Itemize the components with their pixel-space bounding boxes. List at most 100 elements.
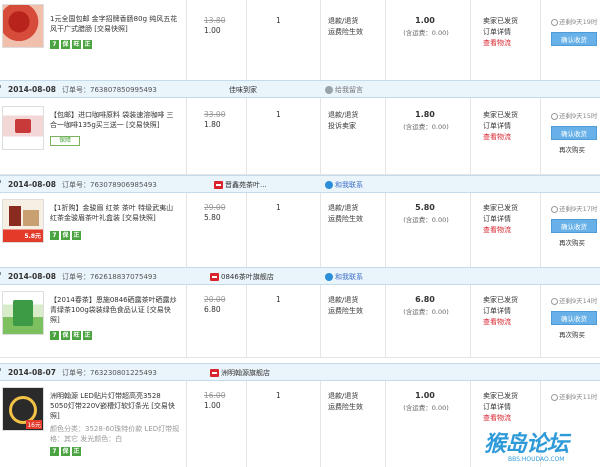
original-price: 29.00 [204,203,226,212]
shop-name-link[interactable]: 晋鑫苑茶叶... [214,180,267,190]
seven-day-badge-icon[interactable]: 7 [50,447,59,456]
refund-link[interactable]: 退款/退货 [328,203,363,214]
seven-day-badge-icon[interactable]: 7 [50,331,59,340]
insurance-status: 运费险生效 [328,215,363,223]
order-detail-link[interactable]: 订单详情 [483,27,518,38]
product-title-link[interactable]: 洲明翰源 LED贴片灯带超高亮3528 5050灯带220V嵌槽灯软灯条光 [交… [50,391,180,421]
after-sales-actions: 退款/退货 运费险生效 [328,391,363,413]
genuine-badge-icon[interactable]: 正 [83,331,92,340]
countdown: 还剩9天19时 [551,16,597,26]
shipping-fee: (含运费：0.00) [403,308,449,316]
original-price: 20.00 [204,295,226,304]
order-total: 1.80 [415,110,435,119]
unit-price: 6.80 [204,305,221,314]
shipping-fee: (含运费：0.00) [403,123,449,131]
product-thumbnail[interactable] [2,291,44,335]
genuine-badge-icon[interactable]: 正 [72,231,81,240]
view-logistics-link[interactable]: 查看物流 [483,132,518,143]
confirm-receipt-button[interactable]: 确认收货 [551,32,597,46]
unit-price: 1.80 [204,120,221,129]
refund-link[interactable]: 退款/退货 [328,295,363,306]
seven-day-badge-icon[interactable]: 7 [50,231,59,240]
wangwang-badge-icon[interactable]: 旺 [72,40,81,49]
countdown: 还剩9天11时 [551,391,597,401]
shop-name-link[interactable]: 0846茶叶旗舰店 [210,272,274,282]
shop-name-link[interactable]: 洲明翰源旗舰店 [210,368,270,378]
service-badges: 7保旺正 [50,40,94,49]
contact-seller-link[interactable]: 和我联系 [325,272,363,282]
original-price: 33.00 [204,110,226,119]
order-status: 卖家已发货 订单详情 查看物流 [483,16,518,49]
wangwang-badge-icon[interactable]: 旺 [72,331,81,340]
confirm-receipt-button[interactable]: 确认收货 [551,311,597,325]
rebuy-link[interactable]: 再次购买 [559,144,585,154]
product-title-link[interactable]: 【1折购】金骏眉 红茶 茶叶 特级武夷山红茶金骏眉茶叶礼盒装 [交易快照] [50,203,180,223]
complaint-link[interactable]: 投诉卖家 [328,121,358,132]
rebuy-link[interactable]: 再次购买 [559,329,585,339]
view-logistics-link[interactable]: 查看物流 [483,413,518,424]
tmall-shop-icon [210,273,219,281]
countdown: 还剩9天14时 [551,295,597,305]
order-total: 1.00 [415,16,435,25]
genuine-badge-icon[interactable]: 正 [83,40,92,49]
order-detail-link[interactable]: 订单详情 [483,306,518,317]
order-detail-link[interactable]: 订单详情 [483,214,518,225]
product-thumbnail[interactable]: 5.8元 [2,199,44,243]
product-thumbnail[interactable] [2,4,44,48]
order-detail-link[interactable]: 订单详情 [483,121,518,132]
unit-price: 1.00 [204,26,221,35]
product-title-link[interactable]: 1元全国包邮 金字招牌香肠80g 纯风五花风干广式腊肠 [交易快照] [50,14,180,34]
status-text: 卖家已发货 [483,392,518,400]
product-title-link[interactable]: 【包邮】进口咖啡原料 袋装速溶咖啡 三合一咖啡135g买三送一 [交易快照] [50,110,180,130]
order-date: 2014-08-08 [8,272,56,281]
tmall-shop-icon [214,181,223,189]
shipping-fee: (含运费：0.00) [403,216,449,224]
genuine-badge-icon[interactable]: 正 [72,447,81,456]
order-header: 2014-08-08 订单号：763807850995493 佳味到家 给我留言 [0,80,600,98]
service-badges: 7保正 [50,447,83,456]
insurance-status: 运费险生效 [328,403,363,411]
order-detail-link[interactable]: 订单详情 [483,402,518,413]
contact-seller-link[interactable]: 和我联系 [325,180,363,190]
confirm-receipt-button[interactable]: 确认收货 [551,126,597,140]
product-thumbnail[interactable]: 16元 [2,387,44,431]
original-price: 16.00 [204,391,226,400]
clock-icon [551,393,558,401]
view-logistics-link[interactable]: 查看物流 [483,225,518,236]
refund-link[interactable]: 退款/退货 [328,391,363,402]
quantity: 1 [276,203,281,212]
refund-link[interactable]: 退款/退货 [328,110,358,121]
order-date: 2014-08-07 [8,368,56,377]
shop-name-link[interactable]: 佳味到家 [229,85,257,95]
confirm-receipt-button[interactable]: 确认收货 [551,219,597,233]
guarantee-badge-icon[interactable]: 保 [61,231,70,240]
order-number: 订单号：763807850995493 [62,86,157,94]
seven-day-badge-icon[interactable]: 7 [50,40,59,49]
refund-link[interactable]: 退款/退货 [328,16,363,27]
rebuy-link[interactable]: 再次购买 [559,237,585,247]
guarantee-badge-icon[interactable]: 保障 [50,136,80,146]
unit-price: 5.80 [204,213,221,222]
product-sku: 颜色分类：3528-60珠特价款 LED灯带规格：其它 发光颜色：白 [50,425,180,443]
original-price: 13.80 [204,16,226,25]
order-item-row: 【包邮】进口咖啡原料 袋装速溶咖啡 三合一咖啡135g买三送一 [交易快照] 保… [0,98,600,175]
service-badges: 保障 [50,136,82,146]
status-text: 卖家已发货 [483,296,518,304]
product-title-link[interactable]: 【2014春茶】恩施0846硒露茶叶硒露炒青绿茶100g袋装绿色食品认证 [交易… [50,295,180,325]
order-status: 卖家已发货 订单详情 查看物流 [483,295,518,328]
view-logistics-link[interactable]: 查看物流 [483,38,518,49]
view-logistics-link[interactable]: 查看物流 [483,317,518,328]
order-item-row: 5.8元 【1折购】金骏眉 红茶 茶叶 特级武夷山红茶金骏眉茶叶礼盒装 [交易快… [0,193,600,268]
order-total: 6.80 [415,295,435,304]
quantity: 1 [276,110,281,119]
guarantee-badge-icon[interactable]: 保 [61,40,70,49]
quantity: 1 [276,391,281,400]
product-thumbnail[interactable] [2,106,44,150]
wangwang-online-icon [325,273,333,281]
guarantee-badge-icon[interactable]: 保 [61,331,70,340]
service-badges: 7保旺正 [50,331,94,340]
after-sales-actions: 退款/退货 投诉卖家 [328,110,358,132]
contact-seller-link[interactable]: 给我留言 [325,85,363,95]
guarantee-badge-icon[interactable]: 保 [61,447,70,456]
countdown: 还剩9天15时 [551,110,597,120]
